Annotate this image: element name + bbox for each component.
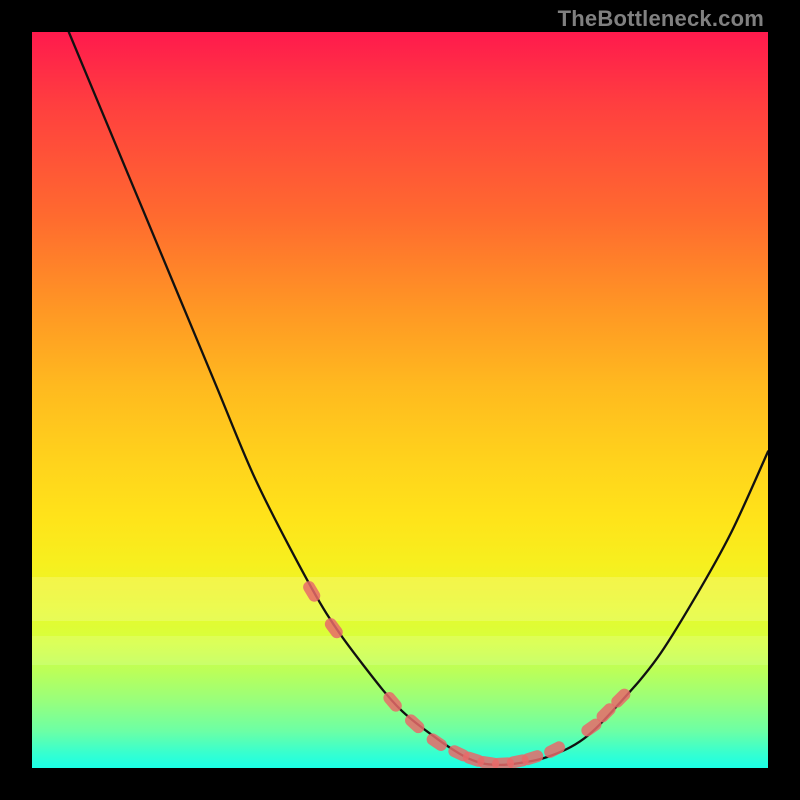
chart-plot-area <box>32 32 768 768</box>
curve-marker <box>424 731 449 753</box>
chart-svg <box>32 32 768 768</box>
watermark-text: TheBottleneck.com <box>558 6 764 32</box>
bottleneck-curve-path <box>69 32 768 765</box>
outer-frame: TheBottleneck.com <box>0 0 800 800</box>
